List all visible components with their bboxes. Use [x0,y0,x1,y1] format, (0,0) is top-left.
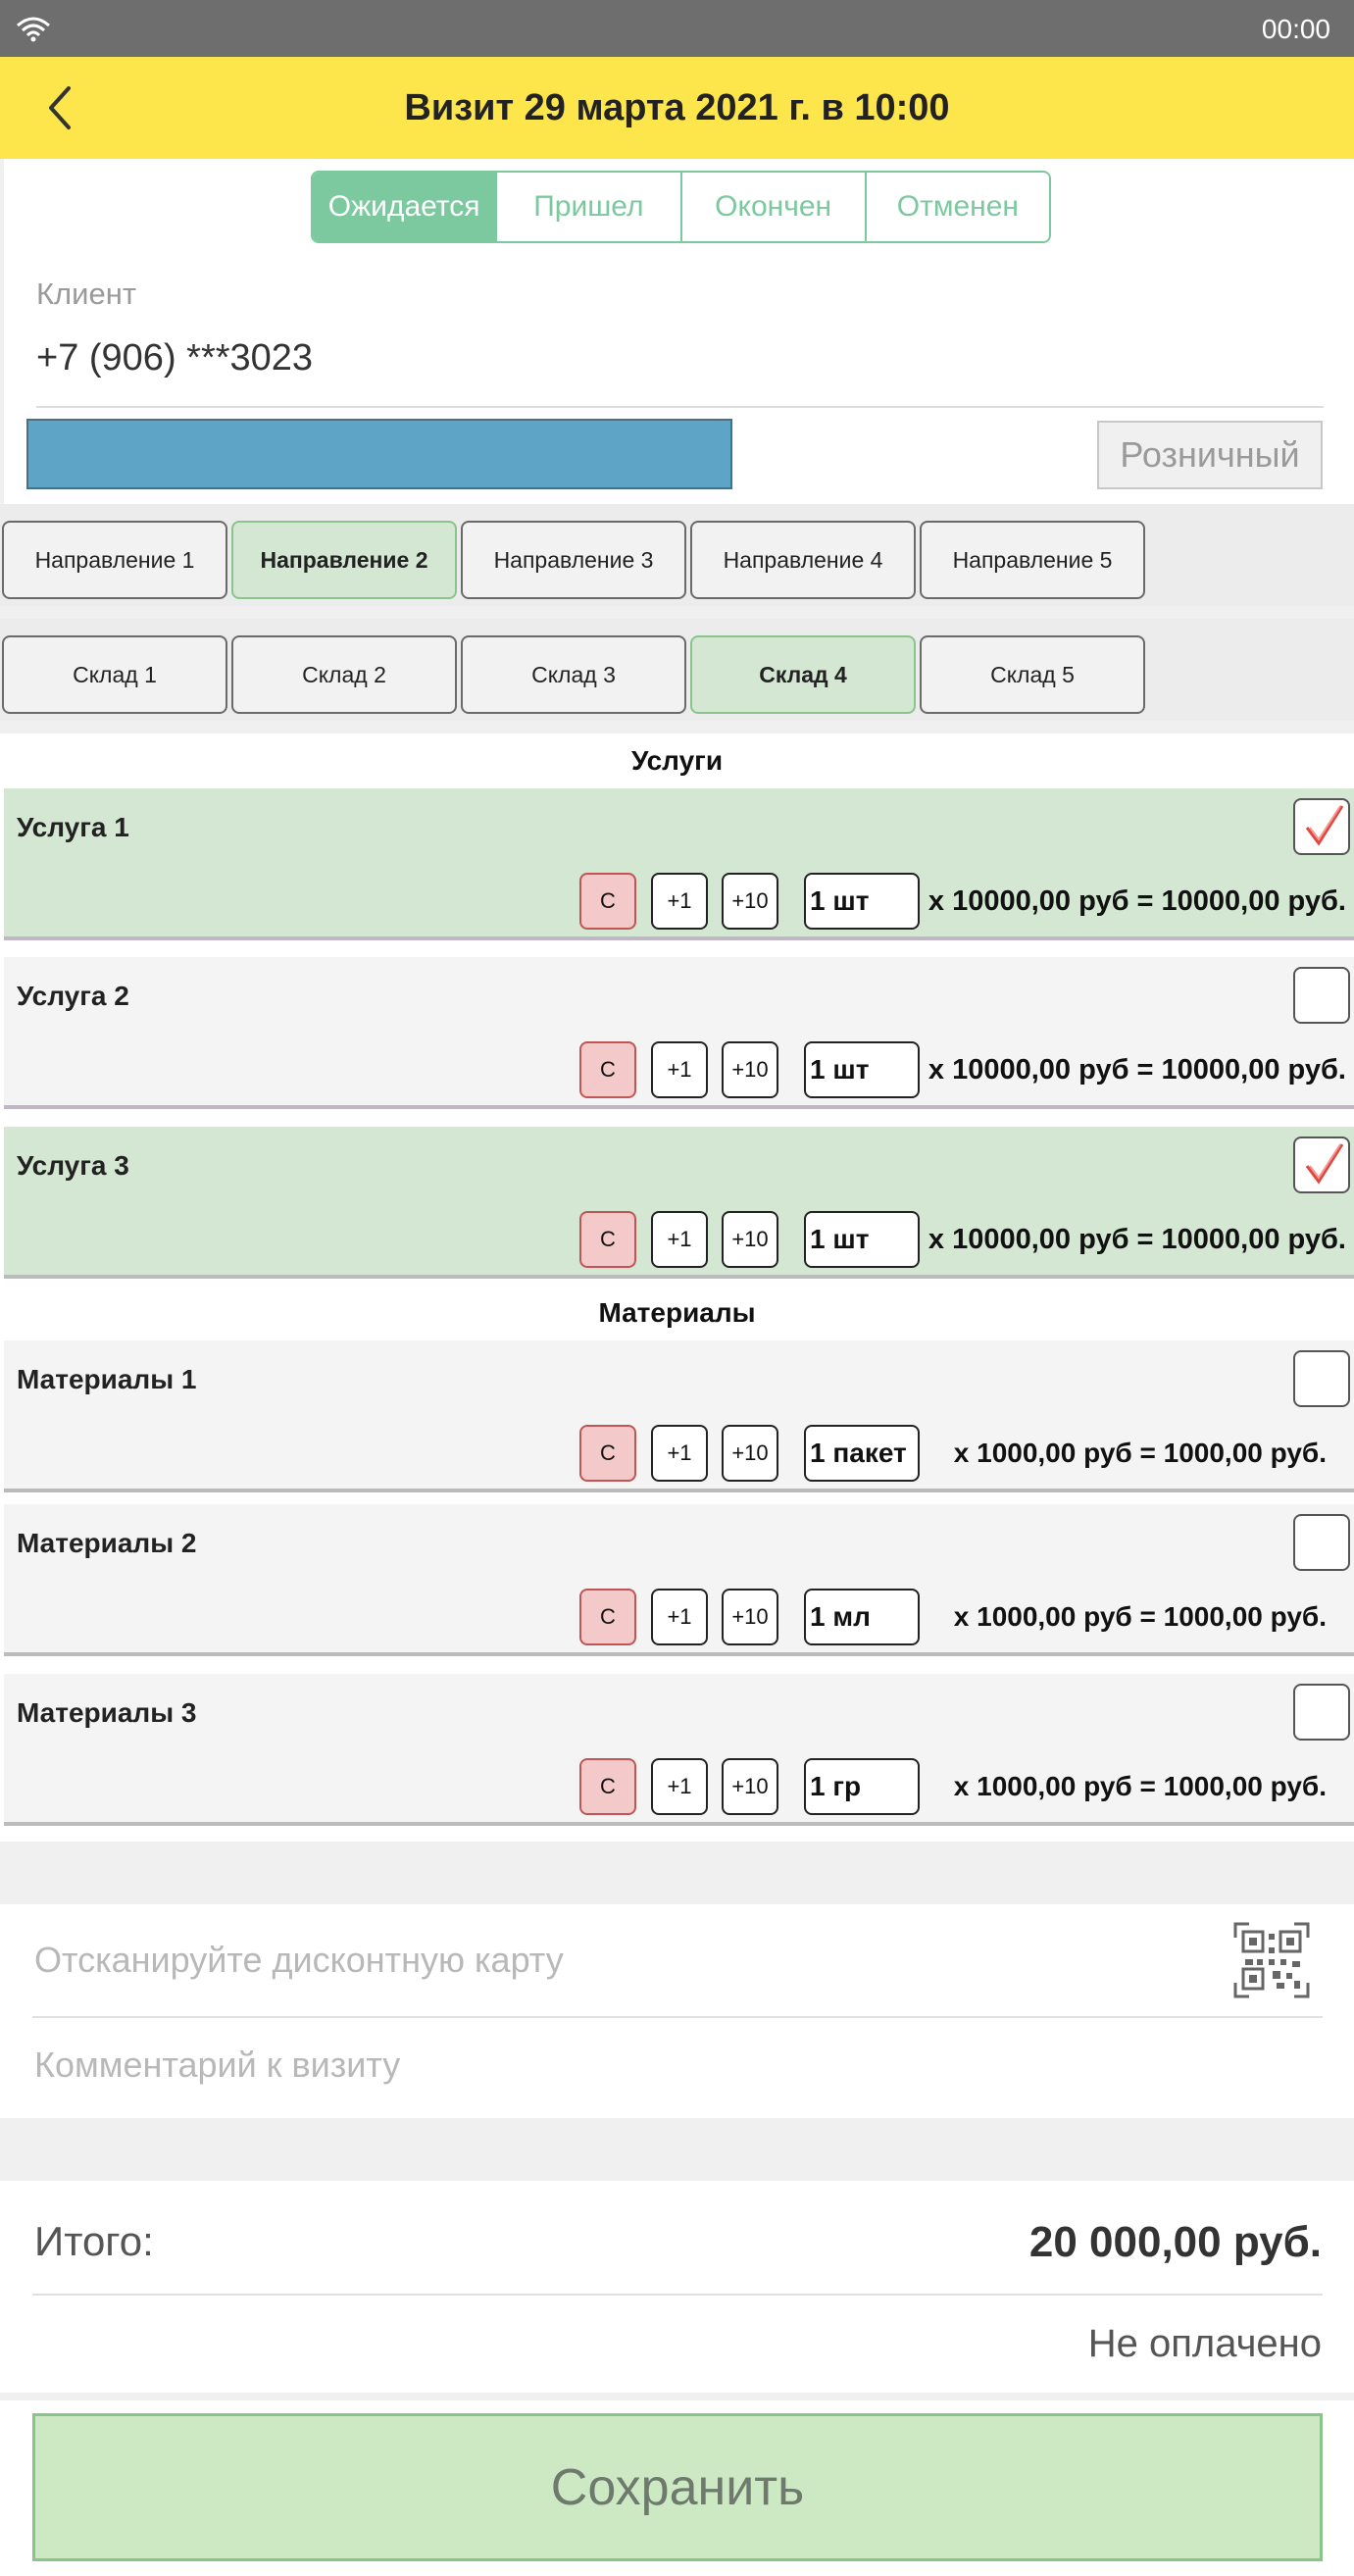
client-phone[interactable]: +7 (906) ***3023 [36,337,313,379]
status-bar: 00:00 [0,0,1354,57]
clear-button[interactable]: С [579,1425,636,1482]
discount-comment-card [0,1904,1354,2118]
direction-chip[interactable]: Направление 5 [920,521,1145,599]
plus-ten-button[interactable]: +10 [722,873,778,930]
item-price: x 1000,00 руб = 1000,00 руб. [953,1601,1327,1632]
divider [32,2294,1323,2296]
client-label: Клиент [36,277,137,311]
materials-title: Материалы [598,1297,756,1328]
item-checkbox[interactable] [1293,1350,1350,1407]
header: Визит 29 марта 2021 г. в 10:00 [0,57,1354,159]
direction-chip[interactable]: Направление 1 [2,521,227,599]
clear-button[interactable]: С [579,1589,636,1645]
price-type-button[interactable]: Розничный [1097,421,1323,489]
warehouse-chip[interactable]: Склад 5 [920,635,1145,714]
clear-button[interactable]: С [579,873,636,930]
tab-expected[interactable]: Ожидается [313,173,498,241]
item-name: Материалы 2 [17,1528,197,1558]
wifi-icon [17,17,50,42]
plus-ten-button[interactable]: +10 [722,1758,778,1815]
item-price: x 1000,00 руб = 1000,00 руб. [953,1438,1327,1468]
visit-status-tabs: Ожидается Пришел Окончен Отменен [311,171,1051,243]
checkmark-icon [1305,1143,1344,1185]
clear-button[interactable]: С [579,1211,636,1268]
services-title: Услуги [630,745,724,776]
item-checkbox[interactable] [1293,1684,1350,1741]
warehouse-chip[interactable]: Склад 3 [461,635,686,714]
total-label: Итого: [34,2218,154,2264]
direction-chip[interactable]: Направление 3 [461,521,686,599]
divider [36,406,1324,408]
directions-bar: Направление 1 Направление 2 Направление … [0,504,1354,606]
plus-one-button[interactable]: +1 [651,1589,708,1645]
tab-finished[interactable]: Окончен [682,173,867,241]
save-button[interactable]: Сохранить [32,2413,1323,2561]
item-price: x 10000,00 руб = 10000,00 руб. [928,1223,1346,1255]
checkmark-icon [1305,805,1344,846]
clear-button[interactable]: С [579,1758,636,1815]
page-title: Визит 29 марта 2021 г. в 10:00 [404,87,950,128]
item-checkbox[interactable] [1293,1136,1350,1193]
direction-chip[interactable]: Направление 4 [690,521,916,599]
item-price: x 1000,00 руб = 1000,00 руб. [953,1771,1327,1801]
clock: 00:00 [1261,14,1330,44]
clear-button[interactable]: С [579,1041,636,1098]
quantity-field[interactable]: 1 шт [804,873,920,930]
client-name-bar[interactable] [26,419,732,489]
item-checkbox[interactable] [1293,798,1350,855]
list-item: Услуга 1 С +1 +10 1 шт x 10000,00 руб = … [4,788,1354,940]
plus-ten-button[interactable]: +10 [722,1041,778,1098]
plus-one-button[interactable]: +1 [651,1758,708,1815]
warehouse-chip[interactable]: Склад 2 [231,635,457,714]
list-item: Материалы 1 С +1 +10 1 пакет x 1000,00 р… [4,1340,1354,1492]
divider [32,2016,1323,2018]
direction-chip[interactable]: Направление 2 [231,521,457,599]
list-item: Материалы 2 С +1 +10 1 мл x 1000,00 руб … [4,1504,1354,1656]
list-item: Услуга 3 С +1 +10 1 шт x 10000,00 руб = … [4,1127,1354,1279]
quantity-field[interactable]: 1 шт [804,1211,920,1268]
tab-cancelled[interactable]: Отменен [867,173,1049,241]
list-item: Материалы 3 С +1 +10 1 гр x 1000,00 руб … [4,1674,1354,1826]
plus-ten-button[interactable]: +10 [722,1589,778,1645]
item-price: x 10000,00 руб = 10000,00 руб. [928,884,1346,917]
plus-one-button[interactable]: +1 [651,1425,708,1482]
plus-one-button[interactable]: +1 [651,873,708,930]
payment-status: Не оплачено [1087,2322,1322,2365]
tab-arrived[interactable]: Пришел [497,173,682,241]
chevron-left-icon[interactable] [41,82,80,133]
item-name: Материалы 1 [17,1364,197,1394]
warehouses-bar: Склад 1 Склад 2 Склад 3 Склад 4 Склад 5 [0,619,1354,721]
item-name: Услуга 3 [17,1150,129,1181]
plus-ten-button[interactable]: +10 [722,1425,778,1482]
plus-one-button[interactable]: +1 [651,1211,708,1268]
warehouse-chip[interactable]: Склад 4 [690,635,916,714]
quantity-field[interactable]: 1 гр [804,1758,920,1815]
item-name: Материалы 3 [17,1697,197,1728]
plus-ten-button[interactable]: +10 [722,1211,778,1268]
qr-code-icon[interactable] [1233,1922,1310,1998]
list-item: Услуга 2 С +1 +10 1 шт x 10000,00 руб = … [4,957,1354,1109]
quantity-field[interactable]: 1 мл [804,1589,920,1645]
item-checkbox[interactable] [1293,1514,1350,1571]
discount-card-input[interactable]: Отсканируйте дисконтную карту [34,1940,564,1981]
item-price: x 10000,00 руб = 10000,00 руб. [928,1053,1346,1086]
item-name: Услуга 2 [17,981,129,1011]
item-checkbox[interactable] [1293,967,1350,1024]
item-name: Услуга 1 [17,812,129,842]
visit-comment-input[interactable]: Комментарий к визиту [34,2045,400,2086]
warehouse-chip[interactable]: Склад 1 [2,635,227,714]
quantity-field[interactable]: 1 шт [804,1041,920,1098]
quantity-field[interactable]: 1 пакет [804,1425,920,1482]
plus-one-button[interactable]: +1 [651,1041,708,1098]
total-value: 20 000,00 руб. [1028,2218,1322,2266]
